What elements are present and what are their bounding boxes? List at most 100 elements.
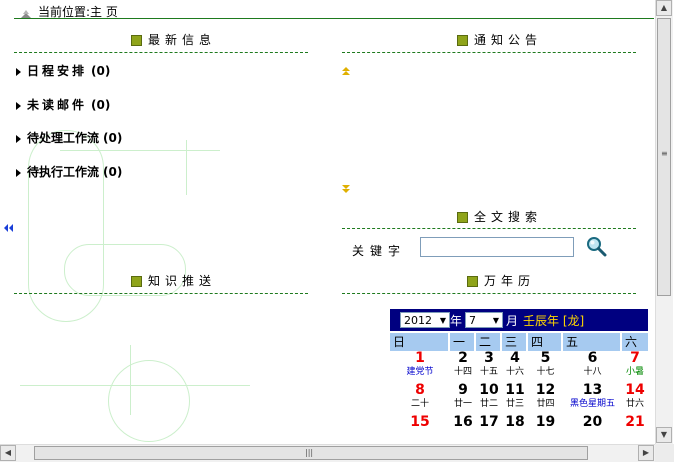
search-button[interactable] — [586, 236, 608, 258]
calendar-day-number: 4 — [510, 350, 520, 366]
calendar: 2012 ▼ 年 7 ▼ 月 壬辰年 [龙] 日 一 二 三 四 五 六 1 建党节 2… — [390, 309, 648, 447]
calendar-lunar-label: 黑色星期五 — [569, 399, 615, 409]
panel-title-knowledge: 知识推送 — [131, 272, 216, 289]
weekday-tue: 二 — [476, 333, 502, 351]
calendar-day-cell[interactable]: 2 十四 — [450, 351, 476, 383]
weekday-header: 日 一 二 三 四 五 六 — [390, 333, 648, 351]
calendar-day-number: 1 — [415, 350, 425, 366]
panel-divider — [14, 293, 308, 294]
calendar-day-cell[interactable]: 8 二十 — [390, 383, 450, 415]
calendar-lunar-label: 十五 — [479, 367, 498, 377]
calendar-day-number: 5 — [540, 350, 551, 366]
calendar-day-cell[interactable]: 13 黑色星期五 — [563, 383, 622, 415]
calendar-week-row: 1 建党节 2 十四 3 十五 4 十六 5 十七 6 十八 7 小暑 — [390, 351, 648, 383]
month-suffix: 月 — [506, 313, 519, 328]
calendar-day-number: 13 — [582, 382, 603, 398]
breadcrumb-label: 当前位置:主 页 — [38, 5, 118, 19]
calendar-day-cell[interactable]: 10 廿二 — [476, 383, 502, 415]
calendar-day-number: 14 — [625, 382, 645, 398]
calendar-day-cell[interactable]: 9 廿一 — [450, 383, 476, 415]
year-select[interactable]: 2012 ▼ — [400, 312, 450, 328]
scroll-right-button[interactable]: ▶ — [638, 445, 654, 461]
horizontal-scrollbar[interactable]: ◀ ||| ▶ — [0, 444, 655, 462]
latest-item-pending-workflow[interactable]: 待处理工作流 (0) — [16, 129, 122, 146]
calendar-lunar-label: 廿三 — [505, 399, 524, 409]
square-bullet-icon — [131, 35, 142, 46]
calendar-day-number: 3 — [484, 350, 494, 366]
keyword-label: 关键字 — [352, 244, 407, 258]
square-bullet-icon — [457, 35, 468, 46]
panel-title-calendar: 万年历 — [467, 272, 535, 289]
calendar-day-cell[interactable]: 16 — [450, 415, 476, 447]
latest-item-schedule[interactable]: 日程安排 (0) — [16, 62, 110, 79]
panel-divider — [342, 52, 636, 53]
calendar-day-cell[interactable]: 15 — [390, 415, 450, 447]
triangle-right-icon — [16, 168, 21, 177]
scroll-down-button[interactable]: ▼ — [656, 427, 672, 443]
weekday-wed: 三 — [502, 333, 528, 351]
calendar-day-cell[interactable]: 5 十七 — [528, 351, 563, 383]
calendar-day-number: 20 — [582, 414, 603, 430]
panel-title-notice: 通知公告 — [457, 31, 542, 48]
calendar-day-number: 7 — [630, 350, 640, 366]
calendar-day-cell[interactable]: 17 — [476, 415, 502, 447]
magnifier-icon — [586, 237, 608, 261]
ganzhi-label: 壬辰年 [龙] — [523, 313, 585, 328]
calendar-lunar-label: 廿二 — [479, 399, 498, 409]
triangle-right-icon — [16, 101, 21, 110]
panel-divider — [342, 228, 636, 229]
calendar-day-cell[interactable]: 11 廿三 — [502, 383, 528, 415]
weekday-sat: 六 — [622, 333, 648, 351]
scroll-left-button[interactable]: ◀ — [0, 445, 16, 461]
calendar-lunar-label: 十六 — [505, 367, 524, 377]
scrollbar-corner — [655, 444, 674, 462]
calendar-day-cell[interactable]: 14 廿六 — [622, 383, 648, 415]
top-divider — [14, 18, 654, 19]
calendar-day-cell[interactable]: 20 — [563, 415, 622, 447]
vertical-scrollbar[interactable]: ▲ ≡ ▼ — [655, 0, 673, 444]
calendar-day-cell[interactable]: 18 — [502, 415, 528, 447]
calendar-day-cell[interactable]: 6 十八 — [563, 351, 622, 383]
square-bullet-icon — [467, 276, 478, 287]
calendar-day-number: 8 — [415, 382, 425, 398]
calendar-lunar-label: 廿六 — [625, 399, 644, 409]
scroll-up-arrow-icon[interactable] — [341, 64, 351, 78]
calendar-header: 2012 ▼ 年 7 ▼ 月 壬辰年 [龙] — [390, 309, 648, 331]
calendar-day-number: 9 — [458, 382, 468, 398]
calendar-day-cell[interactable]: 3 十五 — [476, 351, 502, 383]
calendar-lunar-label: 二十 — [410, 399, 429, 409]
panel-divider — [342, 293, 636, 294]
panel-title-latest: 最新信息 — [131, 31, 216, 48]
calendar-day-cell[interactable]: 19 — [528, 415, 563, 447]
triangle-right-icon — [16, 67, 21, 76]
calendar-day-cell[interactable]: 4 十六 — [502, 351, 528, 383]
latest-item-exec-workflow[interactable]: 待执行工作流 (0) — [16, 163, 122, 180]
calendar-day-number: 16 — [453, 414, 473, 430]
calendar-day-cell[interactable]: 12 廿四 — [528, 383, 563, 415]
scroll-up-button[interactable]: ▲ — [656, 0, 672, 16]
calendar-day-cell[interactable]: 1 建党节 — [390, 351, 450, 383]
year-suffix: 年 — [450, 313, 463, 328]
watermark-line — [60, 150, 220, 151]
calendar-day-cell[interactable]: 21 — [622, 415, 648, 447]
latest-item-unread-mail[interactable]: 未读邮件 (0) — [16, 96, 110, 113]
month-select[interactable]: 7 ▼ — [465, 312, 504, 328]
calendar-lunar-label: 十八 — [583, 367, 602, 377]
collapse-left-icon[interactable] — [4, 224, 14, 235]
calendar-lunar-label: 廿四 — [536, 399, 555, 409]
calendar-day-number: 2 — [458, 350, 468, 366]
panel-divider — [14, 52, 308, 53]
calendar-lunar-label: 廿一 — [453, 399, 472, 409]
calendar-lunar-label: 十四 — [453, 367, 472, 377]
vertical-scroll-thumb[interactable]: ≡ — [657, 18, 671, 296]
calendar-day-cell[interactable]: 7 小暑 — [622, 351, 648, 383]
calendar-day-number: 12 — [535, 382, 556, 398]
watermark-line — [186, 140, 187, 195]
calendar-day-number: 11 — [505, 382, 525, 398]
scroll-down-arrow-icon[interactable] — [341, 182, 351, 196]
keyword-input[interactable] — [420, 237, 574, 257]
location-icon — [20, 8, 32, 18]
weekday-sun: 日 — [390, 333, 450, 351]
calendar-day-number: 15 — [410, 414, 430, 430]
horizontal-scroll-thumb[interactable]: ||| — [34, 446, 588, 460]
